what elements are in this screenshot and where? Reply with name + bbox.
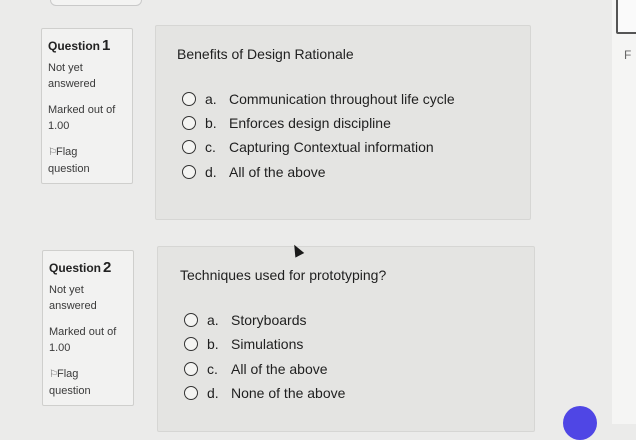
radio-button[interactable] (182, 92, 196, 106)
question-status: Not yet answered (49, 284, 97, 312)
question-marks: Marked out of 1.00 (48, 104, 116, 132)
radio-button[interactable] (182, 140, 196, 154)
question-content-2: Techniques used for prototyping? a. Stor… (157, 246, 535, 432)
question-info-1: Question 1 Not yet answered Marked out of… (41, 28, 133, 184)
radio-button[interactable] (184, 337, 198, 351)
question-text: Techniques used for prototyping? (180, 267, 387, 283)
answer-option[interactable]: a. Storyboards (184, 312, 306, 328)
radio-button[interactable] (184, 362, 198, 376)
question-text: Benefits of Design Rationale (177, 46, 354, 62)
flag-icon: ⚐ (49, 369, 58, 380)
flag-question-link[interactable]: ⚐Flag question (48, 144, 108, 177)
radio-button[interactable] (182, 165, 196, 179)
top-tab[interactable] (50, 0, 142, 6)
radio-button[interactable] (184, 386, 198, 400)
answer-option[interactable]: b. Enforces design discipline (182, 115, 391, 131)
right-panel-edge (612, 0, 636, 424)
radio-button[interactable] (184, 313, 198, 327)
answer-option[interactable]: c. Capturing Contextual information (182, 139, 434, 155)
question-content-1: Benefits of Design Rationale a. Communic… (155, 25, 531, 220)
right-panel-letter: F (624, 48, 632, 62)
answer-option[interactable]: a. Communication throughout life cycle (182, 91, 455, 107)
radio-button[interactable] (182, 116, 196, 130)
chat-icon[interactable] (563, 406, 597, 440)
right-panel-box[interactable] (616, 0, 636, 34)
question-status: Not yet answered (48, 62, 96, 90)
flag-icon: ⚐ (48, 147, 57, 158)
answer-option[interactable]: d. None of the above (184, 385, 345, 401)
flag-question-link[interactable]: ⚐Flag question (49, 366, 109, 399)
answer-option[interactable]: c. All of the above (184, 361, 328, 377)
question-number: Question 2 (49, 259, 112, 276)
question-marks: Marked out of 1.00 (49, 326, 117, 354)
question-number: Question 1 (48, 37, 111, 54)
question-info-2: Question 2 Not yet answered Marked out of… (42, 250, 134, 406)
answer-option[interactable]: b. Simulations (184, 336, 303, 352)
answer-option[interactable]: d. All of the above (182, 164, 326, 180)
